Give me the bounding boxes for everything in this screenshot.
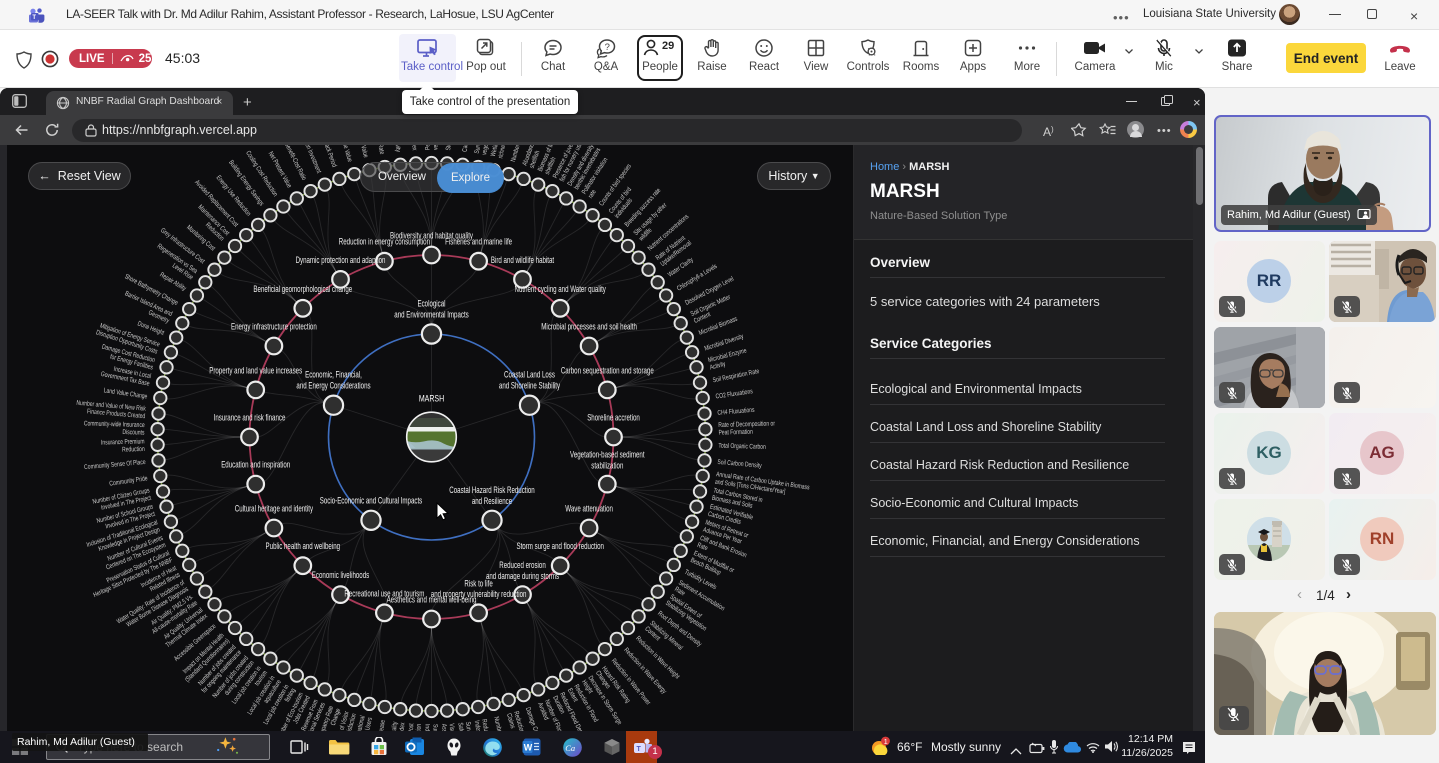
svg-text:Property and land value increa: Property and land value increases <box>209 365 302 375</box>
svg-text:Economic livelihoods: Economic livelihoods <box>312 570 370 580</box>
svg-text:Wave attenuation: Wave attenuation <box>565 503 613 513</box>
svg-text:Coastal Hazard Risk Reduction: Coastal Hazard Risk Reduction <box>449 485 534 495</box>
svg-text:Visual QualityAssessment: Visual QualityAssessment <box>440 723 456 731</box>
svg-text:stabilization: stabilization <box>591 460 623 470</box>
svg-text:Surveys with WellbeingIndices: Surveys with WellbeingIndices <box>423 724 437 731</box>
svg-text:Beneficial geomorphological ch: Beneficial geomorphological change <box>253 284 352 294</box>
svg-text:and Shoreline Stability: and Shoreline Stability <box>499 381 560 391</box>
svg-text:T: T <box>637 746 642 753</box>
svg-text:Insurance and risk finance: Insurance and risk finance <box>214 412 286 422</box>
svg-text:29: 29 <box>662 40 674 52</box>
svg-text:Percent cover ofvegetation: Percent cover ofvegetation <box>425 145 439 150</box>
svg-text:Risk to life: Risk to life <box>464 578 492 588</box>
svg-text:Nutrient cycling and Water qua: Nutrient cycling and Water quality <box>515 284 606 294</box>
svg-text:and Resilience: and Resilience <box>472 496 512 506</box>
svg-text:Bird and wildlife habitat: Bird and wildlife habitat <box>491 255 555 265</box>
svg-text:Recreational use and tourism: Recreational use and tourism <box>344 588 424 598</box>
svg-text:Fisheries and marine life: Fisheries and marine life <box>445 237 512 247</box>
svg-text:?: ? <box>605 42 610 53</box>
svg-text:Storm surge and flood reductio: Storm surge and flood reduction <box>516 541 603 551</box>
svg-text:Reduction in energy consumptio: Reduction in energy consumption <box>339 237 430 247</box>
svg-text:and Environmental Impacts: and Environmental Impacts <box>394 309 469 319</box>
svg-text:Dynamic protection and adaptio: Dynamic protection and adaption <box>296 255 386 265</box>
svg-text:T: T <box>32 15 36 21</box>
svg-text:and damage during storms: and damage during storms <box>486 571 559 581</box>
svg-text:Surveys Pre/PostImplementation: Surveys Pre/PostImplementation <box>407 723 424 731</box>
svg-text:Coastal Land Loss: Coastal Land Loss <box>504 370 555 380</box>
svg-text:Public health and wellbeing: Public health and wellbeing <box>266 541 340 551</box>
svg-text:MARSH: MARSH <box>419 394 444 404</box>
svg-text:and Energy Considerations: and Energy Considerations <box>296 381 370 391</box>
svg-text:Socio-Economic and Cultural Im: Socio-Economic and Cultural Impacts <box>320 495 423 505</box>
svg-text:Carbon sequestration and stora: Carbon sequestration and storage <box>561 365 654 375</box>
svg-text:Shoreline accretion: Shoreline accretion <box>587 412 640 422</box>
svg-text:Education and inspiration: Education and inspiration <box>221 459 290 469</box>
svg-text:1: 1 <box>884 737 888 746</box>
svg-text:Economic, Financial,: Economic, Financial, <box>305 370 362 380</box>
svg-text:Total Organic Carbon: Total Organic Carbon <box>718 443 766 451</box>
svg-text:Ecological: Ecological <box>417 298 445 308</box>
svg-text:W: W <box>524 743 533 753</box>
svg-text:Reduced erosion: Reduced erosion <box>499 560 545 570</box>
svg-text:Ca: Ca <box>565 742 575 752</box>
svg-text:Cultural heritage and identity: Cultural heritage and identity <box>235 503 313 513</box>
svg-text:Microbial processes and soil h: Microbial processes and soil health <box>541 321 637 331</box>
svg-text:Energy infrastructure protecti: Energy infrastructure protection <box>231 321 317 331</box>
svg-text:Vegetation-based sediment: Vegetation-based sediment <box>570 449 645 459</box>
